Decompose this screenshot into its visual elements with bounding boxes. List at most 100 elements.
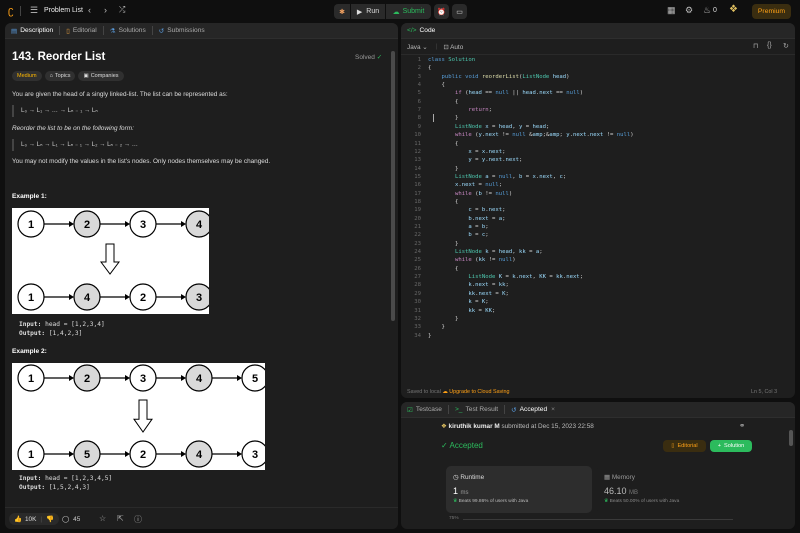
language-select[interactable]: Java ⌄ (407, 43, 428, 51)
code-line[interactable]: x.next = null; (428, 182, 502, 188)
code-line[interactable]: k.next = kk; (428, 282, 508, 288)
star-icon[interactable]: ☆ (99, 514, 106, 523)
line-number: 16 (414, 182, 421, 189)
streak-count: 0 (713, 7, 717, 14)
next-problem-icon[interactable]: › (104, 5, 107, 15)
code-line[interactable]: { (428, 99, 458, 105)
code-line[interactable]: ListNode K = k.next, KK = kk.next; (428, 274, 583, 280)
upgrade-link[interactable]: ☁ Upgrade to Cloud Saving (442, 389, 509, 395)
share-icon[interactable]: ⇱ (117, 514, 124, 523)
list-node-value: 1 (28, 373, 34, 385)
code-line[interactable]: class Solution (428, 57, 475, 63)
layout-grid-icon[interactable]: ▦ (667, 5, 676, 16)
tab-solutions[interactable]: ⚗ Solutions (104, 23, 152, 39)
link-icon[interactable]: ⚭ (739, 421, 745, 430)
reset-icon[interactable]: ↻ (783, 42, 789, 50)
tab-testcase[interactable]: ☑ Testcase (401, 402, 448, 418)
avatar[interactable]: ❖ (729, 4, 738, 15)
braces-icon[interactable]: {} (767, 42, 772, 49)
line-number: 2 (417, 65, 421, 72)
notes-button[interactable]: ▭ (452, 4, 467, 19)
editorial-button[interactable]: ▯ Editorial (663, 440, 706, 452)
topics-pill[interactable]: ⌂ Topics (44, 71, 76, 81)
leetcode-logo-icon[interactable]: ʗ (8, 5, 14, 17)
description-scrollbar[interactable] (391, 51, 395, 321)
code-line[interactable]: k = K; (428, 299, 488, 305)
tab-code[interactable]: </> Code (401, 23, 441, 39)
code-line[interactable]: kk = KK; (428, 308, 495, 314)
tab-editorial[interactable]: ▯ Editorial (60, 23, 102, 39)
code-line[interactable]: ListNode a = null, b = x.next, c; (428, 174, 566, 180)
result-scrollbar[interactable] (789, 430, 793, 446)
difficulty-badge[interactable]: Medium (12, 71, 42, 81)
timer-button[interactable]: ⏰ (434, 4, 449, 19)
code-line[interactable]: ListNode k = head, kk = a; (428, 249, 543, 255)
line-number: 30 (414, 299, 421, 306)
code-editor[interactable]: 1 class Solution 2 {3 public void reorderLi… (401, 57, 795, 377)
debug-button[interactable]: ✱ (334, 4, 350, 19)
like-button[interactable]: 👍 10K | 👎 (9, 513, 59, 525)
code-line[interactable]: } (428, 316, 458, 322)
help-icon[interactable]: ⓘ (134, 514, 142, 525)
prev-problem-icon[interactable]: ‹ (88, 5, 91, 15)
code-line[interactable]: { (428, 199, 458, 205)
submit-button[interactable]: ☁ Submit (386, 4, 431, 19)
doc-icon: ▤ (11, 27, 18, 35)
code-line[interactable]: kk.next = K; (428, 291, 508, 297)
auto-mode[interactable]: ⊡ Auto (443, 43, 463, 51)
code-line[interactable]: while (b != null) (428, 191, 512, 197)
list-node-value: 3 (140, 219, 146, 231)
comment-icon: ◯ (62, 516, 70, 523)
code-line[interactable]: { (428, 266, 458, 272)
list-node-value: 3 (252, 449, 258, 461)
code-line[interactable]: { (428, 65, 431, 71)
close-icon[interactable]: × (551, 406, 555, 413)
code-line[interactable]: return; (428, 107, 492, 113)
saved-status: Saved to local ☁ Upgrade to Cloud Saving (407, 389, 510, 395)
run-button[interactable]: ▶ Run (351, 4, 385, 19)
runtime-card[interactable]: ◷ Runtime 1 ms ♛ Beats 99.86% of users w… (446, 466, 592, 513)
username[interactable]: kiruthik kumar M (449, 423, 500, 430)
code-line[interactable]: { (428, 82, 444, 88)
code-line[interactable]: } (428, 166, 458, 172)
tab-accepted[interactable]: ↺ Accepted × (505, 402, 561, 418)
solution-button[interactable]: + Solution (710, 440, 752, 452)
bookmark-icon[interactable]: ⊓ (753, 42, 758, 50)
description-text-1: You are given the head of a singly linke… (12, 91, 228, 98)
streak-fire-icon[interactable]: ♨ (703, 5, 711, 16)
code-line[interactable]: c = b.next; (428, 207, 505, 213)
settings-gear-icon[interactable]: ⚙ (685, 5, 693, 16)
code-line[interactable]: b = c; (428, 232, 488, 238)
code-icon: </> (407, 27, 417, 34)
code-line[interactable]: x = x.next; (428, 149, 505, 155)
code-line[interactable]: } (428, 241, 458, 247)
shuffle-icon[interactable]: ⤮ (119, 5, 125, 15)
tab-description[interactable]: ▤ Description (5, 23, 59, 39)
check-square-icon: ☑ (407, 406, 413, 414)
premium-button[interactable]: Premium (752, 4, 791, 19)
code-line[interactable]: { (428, 141, 458, 147)
problem-list-link[interactable]: Problem List (44, 7, 83, 14)
line-number: 10 (414, 132, 421, 139)
code-line[interactable]: public void reorderList(ListNode head) (428, 74, 569, 80)
list-node-value: 1 (28, 449, 34, 461)
flask-icon: ⚗ (109, 27, 116, 35)
code-line[interactable]: while (y.next != null &amp;&amp; y.next.… (428, 132, 634, 138)
code-line[interactable]: y = y.next.next; (428, 157, 522, 163)
code-line[interactable]: } (428, 324, 444, 330)
code-line[interactable]: a = b; (428, 224, 488, 230)
book-icon: ▯ (671, 443, 675, 449)
memory-card[interactable]: ▦ Memory 46.10 MB ♛ Beats 50.00% of user… (597, 466, 739, 513)
code-line[interactable]: b.next = a; (428, 216, 505, 222)
line-number: 33 (414, 324, 421, 331)
comments-button[interactable]: ◯ 45 (62, 515, 80, 523)
tab-test-result[interactable]: >_ Test Result (449, 402, 504, 418)
code-line[interactable]: if (head == null || head.next == null) (428, 90, 583, 96)
tab-submissions[interactable]: ↺ Submissions (153, 23, 211, 39)
companies-pill[interactable]: ▣ Companies (78, 71, 124, 81)
code-panel: </>Code Java ⌄ | ⊡ Auto ⊓ {} ↻ ⤢ 1class … (401, 23, 795, 398)
code-line[interactable]: while (kk != null) (428, 257, 516, 263)
code-line[interactable]: ListNode x = head, y = head; (428, 124, 549, 130)
list-node-value: 2 (84, 219, 90, 231)
code-line[interactable]: } (428, 333, 431, 339)
